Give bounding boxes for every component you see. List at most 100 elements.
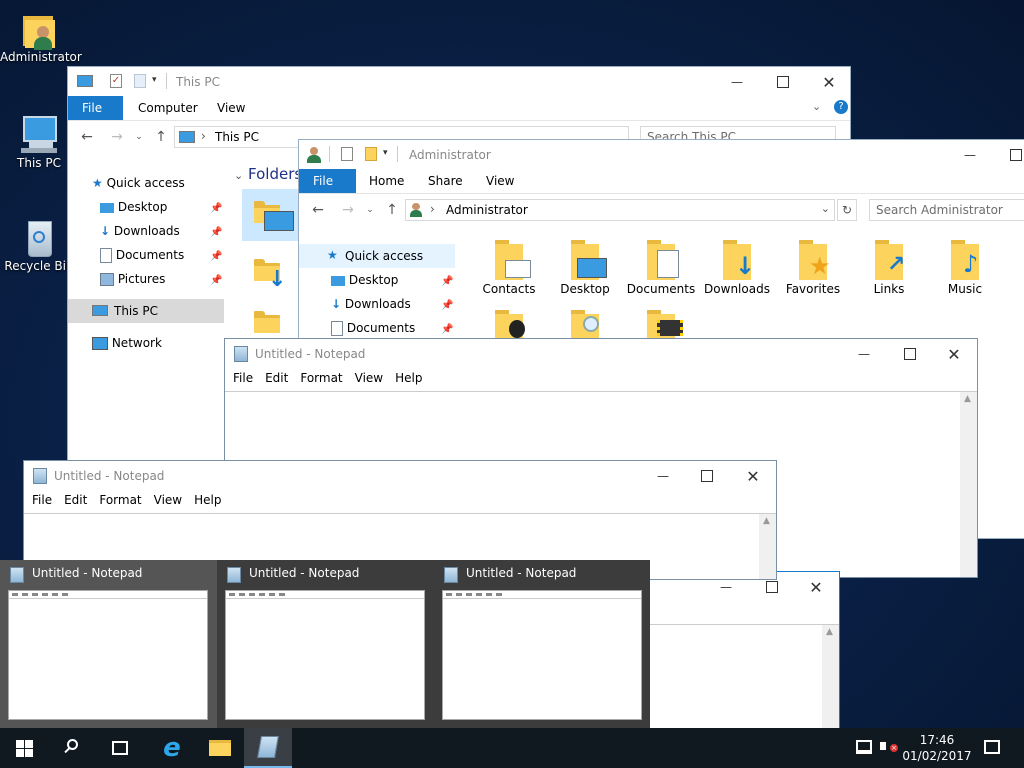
up-icon[interactable]: ↑	[383, 201, 401, 219]
menu-file[interactable]: File	[32, 493, 52, 507]
customize-qat-icon[interactable]: ▾	[152, 75, 157, 85]
minimize-button[interactable]: —	[714, 67, 760, 97]
tab-home[interactable]: Home	[355, 169, 418, 193]
folder-desktop[interactable]: Desktop	[547, 240, 623, 300]
folder-links[interactable]: ↗ Links	[851, 240, 927, 300]
thumbnail-notepad-2[interactable]: Untitled - Notepad	[217, 560, 434, 728]
refresh-icon[interactable]: ↻	[837, 199, 857, 221]
nav-network[interactable]: Network	[92, 331, 162, 355]
menu-format[interactable]: Format	[99, 493, 141, 507]
task-view-button[interactable]	[96, 728, 144, 768]
forward-icon[interactable]: →	[108, 128, 126, 146]
breadcrumb[interactable]: This PC	[215, 130, 259, 144]
address-bar[interactable]: › Administrator ⌄	[405, 199, 835, 221]
nav-downloads[interactable]: ↓ Downloads	[100, 219, 180, 243]
notepad-taskbar-button[interactable]	[244, 728, 292, 768]
vertical-scrollbar[interactable]: ▲	[822, 625, 839, 730]
menu-edit[interactable]: Edit	[64, 493, 87, 507]
folder-searches[interactable]	[565, 310, 605, 340]
file-explorer-button[interactable]	[196, 728, 244, 768]
maximize-button[interactable]	[887, 339, 933, 369]
close-button[interactable]: ✕	[730, 461, 776, 491]
menu-help[interactable]: Help	[194, 493, 221, 507]
notepad-window-3[interactable]: — ✕ ▲	[640, 571, 840, 731]
title-bar[interactable]: ✓ ▾ This PC — ✕	[68, 67, 850, 97]
folder-downloads[interactable]: ↓ Downloads	[699, 240, 775, 300]
close-button[interactable]: ✕	[931, 339, 977, 369]
folders-header[interactable]: ⌄ Folders	[234, 165, 302, 183]
nav-quick-access[interactable]: ★ Quick access	[92, 171, 185, 195]
folder-tile-downloads[interactable]: ↓	[242, 247, 302, 299]
close-button[interactable]: ✕	[793, 572, 839, 602]
expand-ribbon-icon[interactable]: ⌄	[812, 100, 821, 113]
folder-videos[interactable]	[641, 310, 683, 340]
menu-file[interactable]: File	[233, 371, 253, 385]
maximize-button[interactable]	[993, 140, 1024, 170]
breadcrumb[interactable]: Administrator	[446, 203, 528, 217]
new-folder-icon[interactable]	[365, 147, 377, 161]
tab-file[interactable]: File	[299, 169, 356, 193]
menu-view[interactable]: View	[355, 371, 383, 385]
scroll-up-icon[interactable]: ▲	[964, 394, 971, 404]
minimize-button[interactable]: —	[841, 339, 887, 369]
maximize-button[interactable]	[760, 67, 806, 97]
recent-locations-icon[interactable]: ⌄	[130, 128, 148, 146]
action-center-button[interactable]	[984, 740, 1000, 754]
volume-muted-icon[interactable]: ×	[880, 738, 900, 756]
start-button[interactable]	[0, 728, 48, 768]
close-button[interactable]: ✕	[806, 67, 850, 97]
folder-favorites[interactable]: ★ Favorites	[775, 240, 851, 300]
tab-share[interactable]: Share	[414, 169, 477, 193]
thumbnail-notepad-3[interactable]: Untitled - Notepad	[434, 560, 651, 728]
scroll-up-icon[interactable]: ▲	[763, 516, 770, 526]
customize-qat-icon[interactable]: ▾	[383, 148, 388, 158]
properties-icon[interactable]: ✓	[110, 74, 122, 88]
address-dropdown-icon[interactable]: ⌄	[821, 202, 830, 215]
nav-pictures[interactable]: Pictures	[100, 267, 165, 291]
thumbnail-notepad-1[interactable]: Untitled - Notepad	[0, 560, 217, 728]
minimize-button[interactable]: —	[640, 461, 686, 491]
properties-icon[interactable]	[341, 147, 353, 161]
vertical-scrollbar[interactable]: ▲	[960, 392, 977, 577]
forward-icon[interactable]: →	[339, 201, 357, 219]
search-input[interactable]: Search Administrator	[869, 199, 1024, 221]
clock[interactable]: 17:46 01/02/2017	[898, 732, 976, 764]
text-area[interactable]: ▲	[641, 624, 839, 730]
recent-locations-icon[interactable]: ⌄	[361, 201, 379, 219]
nav-desktop[interactable]: Desktop	[100, 195, 167, 219]
network-icon[interactable]	[856, 740, 872, 754]
tab-view[interactable]: View	[203, 96, 259, 120]
maximize-button[interactable]	[684, 461, 730, 491]
nav-documents[interactable]: Documents	[331, 316, 415, 340]
back-icon[interactable]: ←	[78, 128, 96, 146]
minimize-button[interactable]: —	[947, 140, 993, 170]
scroll-up-icon[interactable]: ▲	[826, 627, 833, 637]
vertical-scrollbar[interactable]: ▲	[759, 514, 776, 579]
folder-documents[interactable]: Documents	[623, 240, 699, 300]
title-bar[interactable]: ▾ Administrator —	[299, 140, 1024, 170]
folder-contacts[interactable]: Contacts	[471, 240, 547, 300]
nav-this-pc[interactable]: This PC	[68, 299, 224, 323]
tab-computer[interactable]: Computer	[124, 96, 212, 120]
search-button[interactable]	[48, 728, 96, 768]
up-icon[interactable]: ↑	[152, 128, 170, 146]
menu-edit[interactable]: Edit	[265, 371, 288, 385]
nav-downloads[interactable]: ↓ Downloads	[331, 292, 411, 316]
new-folder-icon[interactable]	[134, 74, 146, 88]
help-icon[interactable]: ?	[834, 100, 848, 114]
folder-pictures[interactable]	[489, 310, 529, 340]
tab-view[interactable]: View	[472, 169, 528, 193]
folder-tile-desktop[interactable]	[242, 189, 302, 241]
menu-view[interactable]: View	[154, 493, 182, 507]
back-icon[interactable]: ←	[309, 201, 327, 219]
nav-quick-access[interactable]: ★ Quick access	[299, 244, 455, 268]
title-bar[interactable]: Untitled - Notepad — ✕	[24, 461, 776, 491]
internet-explorer-button[interactable]: e	[148, 728, 196, 768]
menu-help[interactable]: Help	[395, 371, 422, 385]
folder-music[interactable]: ♪ Music	[927, 240, 1003, 300]
nav-documents[interactable]: Documents	[100, 243, 184, 267]
menu-format[interactable]: Format	[300, 371, 342, 385]
tab-file[interactable]: File	[68, 96, 123, 120]
desktop-icon-administrator[interactable]: Administrator	[0, 10, 82, 72]
nav-desktop[interactable]: Desktop	[331, 268, 398, 292]
